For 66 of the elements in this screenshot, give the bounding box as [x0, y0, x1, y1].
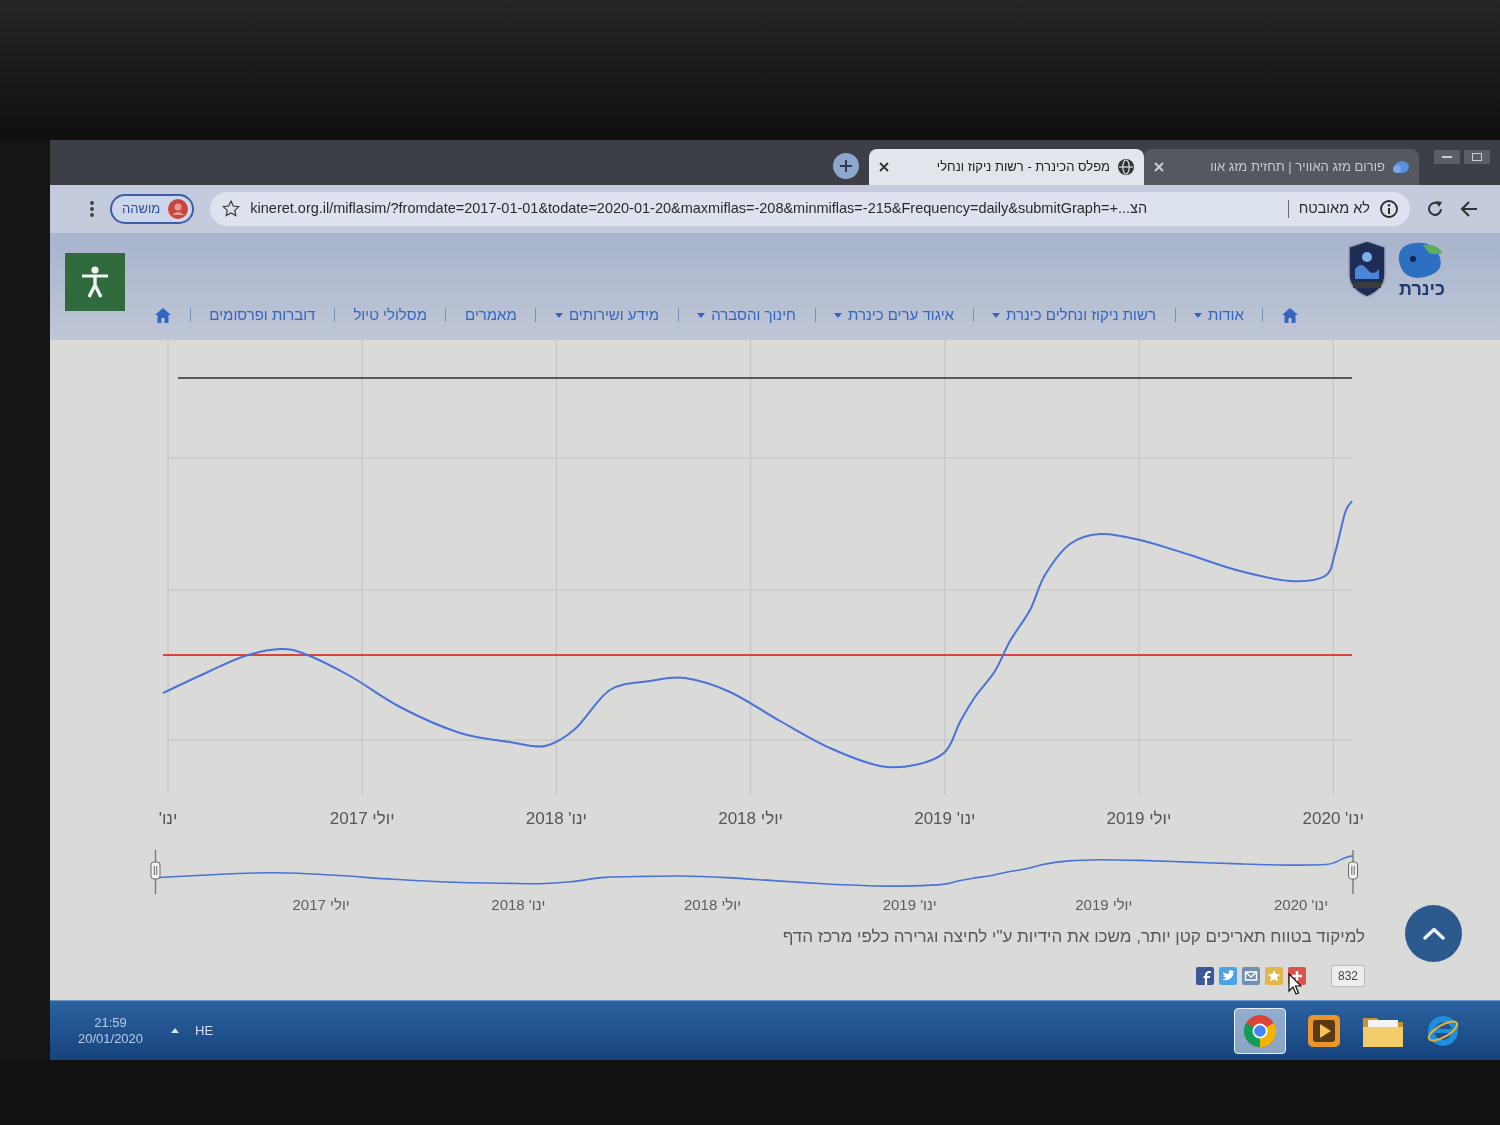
axis-label: יולי 2017: [329, 808, 395, 830]
url-text: kineret.org.il/miflasim/?fromdate=2017-01-01&todate=2020-01-20&maxmiflas=-208&minmiflas=-215&Frequency=daily&submitGraph=+...הצ: [250, 199, 1149, 219]
star-icon[interactable]: [222, 200, 241, 218]
range-handle[interactable]: [1348, 850, 1358, 894]
axis-label: ינו' 2018: [525, 808, 587, 830]
nav-link[interactable]: מידע ושירותים: [554, 303, 660, 327]
reload-icon[interactable]: [1426, 200, 1444, 218]
share-count: 832: [1330, 965, 1365, 987]
avatar-icon: [168, 199, 189, 219]
navigator-label: ינו' 2018: [491, 895, 546, 915]
back-arrow-icon[interactable]: [1460, 201, 1478, 217]
nav-link[interactable]: חינוך והסברה: [697, 303, 796, 327]
home-icon[interactable]: [1282, 307, 1298, 323]
hint-text: למיקוד בטווח תאריכים קטן יותר, משכו את הידיות ע"י לחיצה וגרירה כלפי מרכז הדף: [782, 926, 1365, 949]
nav-link[interactable]: רשות ניקוז ונחלים כינרת: [992, 303, 1156, 327]
navigator-label: ינו' 2019: [882, 895, 937, 915]
home-icon[interactable]: [155, 307, 172, 323]
minimize-icon: [1442, 156, 1452, 158]
navigator-label: יולי 2019: [1075, 895, 1133, 915]
browser-icon: [1243, 1013, 1277, 1048]
axis-label: יולי 2019: [1106, 808, 1172, 830]
range-handle[interactable]: [150, 850, 161, 894]
maximize-button[interactable]: [1464, 150, 1490, 164]
clock-date: 20/01/2020: [78, 1030, 144, 1047]
facebook-icon[interactable]: [1195, 967, 1214, 985]
logo-text[interactable]: כינרת: [1399, 279, 1445, 299]
profile-button[interactable]: מושהה: [110, 194, 195, 224]
browser-tab[interactable]: מפלס הכינרת - רשות ניקוז ונחלי: [869, 149, 1144, 185]
minimize-button[interactable]: [1434, 150, 1460, 164]
taskbar-button[interactable]: [1234, 1007, 1286, 1054]
nav-link[interactable]: מאמרים: [465, 303, 517, 327]
nav-link[interactable]: מסלולי טיול: [353, 303, 427, 327]
browser-tab[interactable]: פורום מזג האוויר | תחזית מזג אוו: [1144, 149, 1419, 185]
info-icon[interactable]: [1380, 200, 1398, 218]
close-icon[interactable]: [879, 162, 889, 172]
clock-time: 21:59: [94, 1014, 127, 1031]
maximize-icon: [1472, 153, 1482, 161]
star-icon[interactable]: [1264, 967, 1283, 985]
accessibility-button[interactable]: [65, 253, 125, 311]
axis-label: ינו': [158, 808, 178, 830]
accessibility-icon: [80, 266, 110, 298]
cloud-icon: [1393, 161, 1409, 173]
tray-arrow-icon[interactable]: [171, 1028, 180, 1033]
chevron-up-icon: [1422, 927, 1445, 940]
navigator-label: ינו' 2020: [1274, 895, 1329, 915]
language-indicator[interactable]: HE: [195, 1020, 214, 1041]
axis-label: ינו' 2019: [914, 808, 976, 830]
axis-label: ינו' 2020: [1302, 808, 1364, 830]
menu-icon[interactable]: [90, 201, 94, 217]
security-label: לא מאובטח: [1298, 199, 1370, 219]
globe-icon: [1118, 159, 1134, 175]
navigator-label: יולי 2017: [292, 895, 350, 915]
globe-ring-icon[interactable]: [1426, 1013, 1460, 1048]
mouse-pointer-icon: [1288, 973, 1302, 995]
navigator-label: יולי 2018: [683, 895, 742, 915]
media-player-icon[interactable]: [1308, 1014, 1340, 1047]
address-field[interactable]: kineret.org.il/miflasim/?fromdate=2017-01-01&todate=2020-01-20&maxmiflas=-208&minmiflas=-215&Frequency=daily&submitGraph=+...הצ לא מאובטח: [210, 192, 1410, 226]
new-tab-button[interactable]: [833, 152, 859, 179]
nav-link[interactable]: דוברות ופרסומים: [209, 303, 316, 327]
plus-icon: [840, 159, 852, 172]
axis-label: יולי 2018: [718, 808, 783, 830]
email-icon[interactable]: [1241, 967, 1260, 985]
nav-link[interactable]: איגוד ערים כינרת: [834, 303, 954, 327]
shield-emblem-icon: [1347, 241, 1387, 297]
nav-link[interactable]: אודות: [1194, 303, 1244, 327]
scroll-top-button[interactable]: [1405, 905, 1462, 962]
